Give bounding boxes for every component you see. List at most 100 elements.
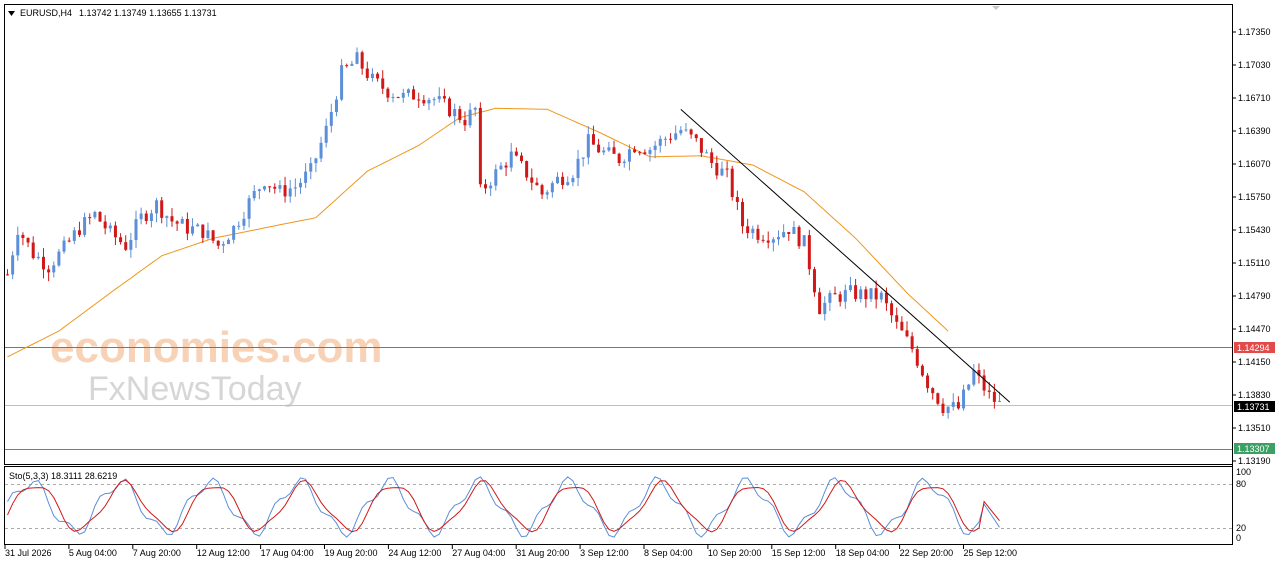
price-tick-label: 1.16070 (1238, 159, 1271, 169)
candle-body (884, 292, 888, 304)
candle-body (699, 138, 703, 153)
candle-body (216, 240, 220, 246)
candle-body (468, 109, 472, 126)
candle-body (26, 238, 30, 243)
candle-body (16, 234, 20, 256)
candle-body (848, 285, 852, 291)
candle-body (304, 171, 308, 183)
candle-body (473, 107, 477, 110)
candle-body (586, 134, 590, 158)
candle-body (98, 212, 102, 222)
candle-body (766, 240, 770, 243)
candle-body (998, 400, 1002, 402)
candle-body (962, 389, 966, 409)
candle-body (833, 293, 837, 295)
price-tick-label: 1.13190 (1238, 456, 1271, 466)
candle-body (751, 228, 755, 234)
candle-body (247, 198, 251, 219)
time-tick-label: 8 Sep 04:00 (644, 548, 693, 558)
candle-body (931, 388, 935, 394)
candle-body (370, 73, 374, 79)
candle-body (782, 232, 786, 238)
candle-body (987, 390, 991, 392)
candle-body (427, 99, 431, 104)
candle-body (268, 186, 272, 188)
candle-body (11, 255, 15, 275)
candle-body (828, 293, 832, 303)
candle-body (257, 189, 261, 192)
time-tick-label: 27 Aug 04:00 (452, 548, 505, 558)
candle-body (741, 201, 745, 227)
candle-body (309, 163, 313, 172)
candle-body (525, 161, 529, 178)
candle-body (350, 63, 354, 66)
ohlc-label: 1.13742 1.13749 1.13655 1.13731 (79, 8, 217, 18)
candle-body (422, 100, 426, 104)
chart-svg: economies.com FxNewsToday EURUSD,H4 1.13… (0, 0, 1280, 567)
candle-body (777, 237, 780, 240)
candle-body (478, 107, 482, 185)
candle-body (581, 157, 585, 159)
candle-body (941, 403, 945, 414)
candle-body (170, 216, 174, 222)
candle-body (561, 176, 565, 185)
candle-body (288, 188, 292, 197)
candle-body (206, 230, 210, 238)
candle-body (535, 182, 539, 186)
candle-body (401, 92, 405, 98)
stochastic-label: Sto(5,3,3) 18.3111 28.6219 (9, 471, 117, 481)
candle-body (201, 224, 205, 238)
price-tick-label: 1.13830 (1238, 390, 1271, 400)
candle-body (396, 96, 400, 98)
time-tick-label: 31 Aug 20:00 (516, 548, 569, 558)
candle-body (376, 73, 380, 79)
time-tick-label: 12 Aug 12:00 (197, 548, 250, 558)
candle-body (175, 221, 179, 224)
candle-body (88, 217, 92, 219)
candle-body (340, 65, 344, 100)
time-tick-label: 22 Sep 20:00 (900, 548, 954, 558)
candle-body (41, 256, 45, 270)
candle-body (453, 109, 457, 117)
candle-body (864, 289, 868, 300)
candle-body (530, 177, 534, 183)
candle-body (77, 230, 81, 235)
stoch-tick-80: 80 (1236, 479, 1246, 489)
candle-body (956, 402, 960, 409)
candle-body (57, 251, 61, 266)
resistance-price-label: 1.14294 (1237, 343, 1270, 353)
candle-body (283, 185, 287, 197)
candle-body (119, 237, 123, 243)
price-tick-label: 1.16390 (1238, 126, 1271, 136)
symbol-label[interactable]: EURUSD,H4 (20, 8, 72, 18)
candle-body (936, 393, 940, 404)
candle-body (900, 321, 904, 331)
candle-body (715, 163, 719, 176)
candle-body (293, 187, 297, 189)
candle-body (545, 192, 549, 195)
candle-body (730, 168, 734, 198)
stoch-tick-20: 20 (1236, 523, 1246, 533)
price-tick-label: 1.14790 (1238, 291, 1271, 301)
price-tick-label: 1.14470 (1238, 324, 1271, 334)
candle-body (663, 138, 667, 140)
candle-body (442, 96, 446, 99)
candle-body (155, 200, 159, 214)
candle-body (807, 235, 811, 270)
candle-body (227, 239, 231, 245)
candle-body (509, 151, 513, 168)
candle-body (463, 119, 467, 126)
candle-body (324, 125, 328, 143)
candle-body (802, 235, 806, 247)
candle-body (494, 169, 498, 186)
candle-body (612, 147, 616, 154)
time-tick-label: 3 Sep 12:00 (580, 548, 629, 558)
candle-body (314, 158, 318, 164)
candle-body (196, 224, 200, 227)
candle-body (319, 142, 323, 159)
price-tick-label: 1.17350 (1238, 27, 1271, 37)
time-tick-label: 24 Aug 12:00 (388, 548, 441, 558)
price-tick-label: 1.13510 (1238, 423, 1271, 433)
candle-body (838, 294, 842, 302)
candle-body (869, 288, 873, 300)
